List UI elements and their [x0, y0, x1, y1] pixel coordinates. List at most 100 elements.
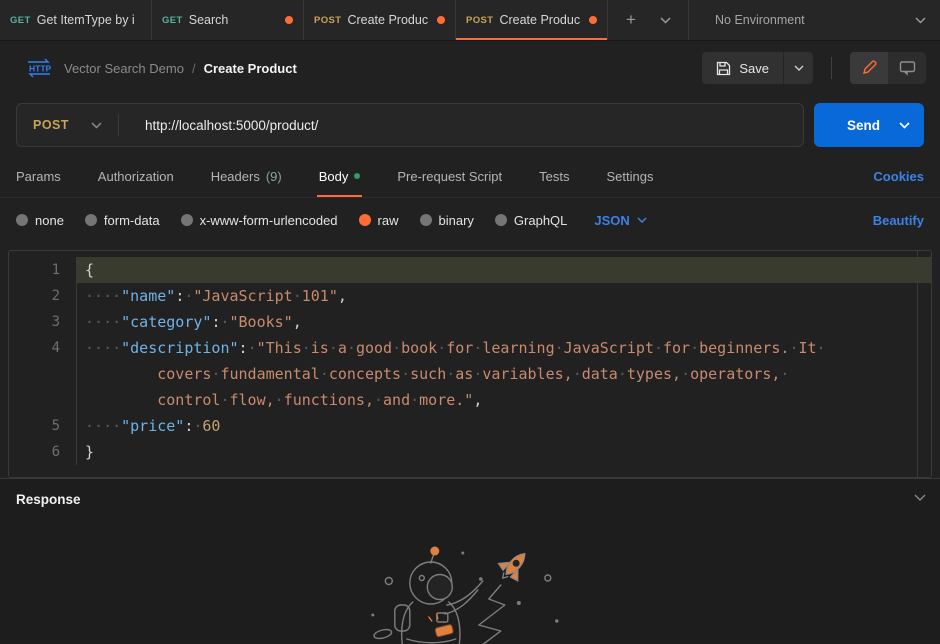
body-type-none[interactable]: none [16, 213, 64, 228]
code-line[interactable]: covers·fundamental·concepts·such·as·vari… [77, 361, 931, 387]
method-badge: GET [162, 15, 183, 26]
whitespace-dot: · [112, 287, 121, 305]
tab-pre-request-script[interactable]: Pre-request Script [397, 155, 502, 197]
request-section-tabs: Params Authorization Headers (9) Body Pre-req… [0, 155, 940, 198]
whitespace-dot: · [401, 365, 410, 383]
http-request-icon: HTTP [24, 57, 54, 79]
option-label: binary [439, 213, 474, 228]
tab-authorization[interactable]: Authorization [98, 155, 174, 197]
radio-icon [181, 214, 193, 226]
save-button[interactable]: Save [702, 52, 783, 84]
line-number: 3 [9, 309, 77, 335]
line-number: 4 [9, 335, 77, 361]
code-line[interactable]: ····"category":·"Books", [77, 309, 931, 335]
breadcrumb-collection[interactable]: Vector Search Demo [64, 61, 184, 76]
code-line[interactable]: ····"name":·"JavaScript·101", [77, 283, 931, 309]
radio-icon [16, 214, 28, 226]
url-input[interactable]: http://localhost:5000/product/ [119, 118, 803, 133]
option-label: form-data [104, 213, 160, 228]
editor-line: 5····"price":·60 [9, 413, 931, 439]
whitespace-dot: · [94, 313, 103, 331]
tab-label: Headers [211, 169, 260, 184]
body-type-binary[interactable]: binary [420, 213, 474, 228]
request-header: HTTP Vector Search Demo / Create Product… [0, 41, 940, 95]
tab-title: Search [189, 13, 279, 27]
body-type-graphql[interactable]: GraphQL [495, 213, 567, 228]
request-body-editor[interactable]: 1{2····"name":·"JavaScript·101",3····"ca… [8, 250, 932, 478]
method-badge: GET [10, 15, 31, 26]
whitespace-dot: · [103, 339, 112, 357]
whitespace-dot: · [103, 417, 112, 435]
whitespace-dot: · [446, 365, 455, 383]
line-number: 5 [9, 413, 77, 439]
method-selector[interactable]: POST [17, 118, 118, 132]
tab-label: Tests [539, 169, 569, 184]
code-line[interactable]: ····"description":·"This·is·a·good·book·… [77, 335, 931, 361]
tab-settings[interactable]: Settings [606, 155, 653, 197]
breadcrumb-request-name[interactable]: Create Product [204, 61, 297, 76]
tab-label: Params [16, 169, 61, 184]
tab-body[interactable]: Body [319, 155, 361, 197]
whitespace-dot: · [817, 339, 826, 357]
divider [831, 57, 832, 79]
body-type-form-data[interactable]: form-data [85, 213, 160, 228]
open-request-tab[interactable]: POSTCreate Produc [456, 0, 608, 40]
code-line[interactable]: ····"price":·60 [77, 413, 931, 439]
line-number [9, 387, 77, 413]
tab-list-chevron-button[interactable] [650, 6, 680, 34]
whitespace-dot: · [780, 365, 789, 383]
format-label: JSON [594, 213, 629, 228]
cookies-link[interactable]: Cookies [873, 169, 924, 184]
chevron-down-icon [899, 122, 910, 129]
open-request-tab[interactable]: GETGet ItemType by i [0, 0, 152, 40]
beautify-link[interactable]: Beautify [873, 213, 924, 228]
environment-label: No Environment [715, 13, 805, 27]
whitespace-dot: · [347, 339, 356, 357]
method-badge: POST [466, 15, 493, 26]
whitespace-dot: · [618, 365, 627, 383]
whitespace-dot: · [392, 339, 401, 357]
comments-button[interactable] [888, 52, 926, 84]
whitespace-dot: · [275, 391, 284, 409]
unsaved-changes-dot [437, 16, 445, 24]
line-number [9, 361, 77, 387]
tab-label: Pre-request Script [397, 169, 502, 184]
send-button[interactable]: Send [814, 103, 924, 147]
whitespace-dot: · [85, 313, 94, 331]
code-line[interactable]: control·flow,·functions,·and·more.", [77, 387, 931, 413]
editor-line: 6} [9, 439, 931, 465]
new-tab-button[interactable]: + [616, 6, 646, 34]
open-request-tab[interactable]: POSTCreate Produc [304, 0, 456, 40]
whitespace-dot: · [293, 287, 302, 305]
tab-headers[interactable]: Headers (9) [211, 155, 282, 197]
body-type-raw[interactable]: raw [359, 213, 399, 228]
tab-tests[interactable]: Tests [539, 155, 569, 197]
whitespace-dot: · [220, 313, 229, 331]
edit-documentation-button[interactable] [850, 52, 888, 84]
editor-line: 3····"category":·"Books", [9, 309, 931, 335]
line-number: 2 [9, 283, 77, 309]
chevron-down-icon [660, 17, 671, 24]
code-line[interactable]: } [77, 439, 931, 465]
whitespace-dot: · [302, 339, 311, 357]
format-selector[interactable]: JSON [594, 213, 646, 228]
environment-selector[interactable]: No Environment [689, 0, 940, 40]
radio-icon [85, 214, 97, 226]
svg-text:HTTP: HTTP [29, 64, 52, 74]
body-type-x-www-form-urlencoded[interactable]: x-www-form-urlencoded [181, 213, 338, 228]
tab-params[interactable]: Params [16, 155, 61, 197]
save-button-group: Save [702, 52, 813, 84]
collapse-response-chevron-icon[interactable] [914, 494, 926, 502]
code-line[interactable]: { [77, 257, 931, 283]
body-type-options: none form-data x-www-form-urlencoded raw bin… [0, 198, 940, 242]
editor-overview-ruler [917, 251, 918, 477]
whitespace-dot: · [94, 287, 103, 305]
save-options-button[interactable] [783, 52, 813, 84]
chevron-down-icon [91, 122, 102, 129]
method-label: POST [33, 118, 69, 132]
tab-count: (9) [266, 169, 282, 184]
option-label: GraphQL [514, 213, 567, 228]
whitespace-dot: · [103, 287, 112, 305]
option-label: raw [378, 213, 399, 228]
open-request-tab[interactable]: GET Search [152, 0, 304, 40]
